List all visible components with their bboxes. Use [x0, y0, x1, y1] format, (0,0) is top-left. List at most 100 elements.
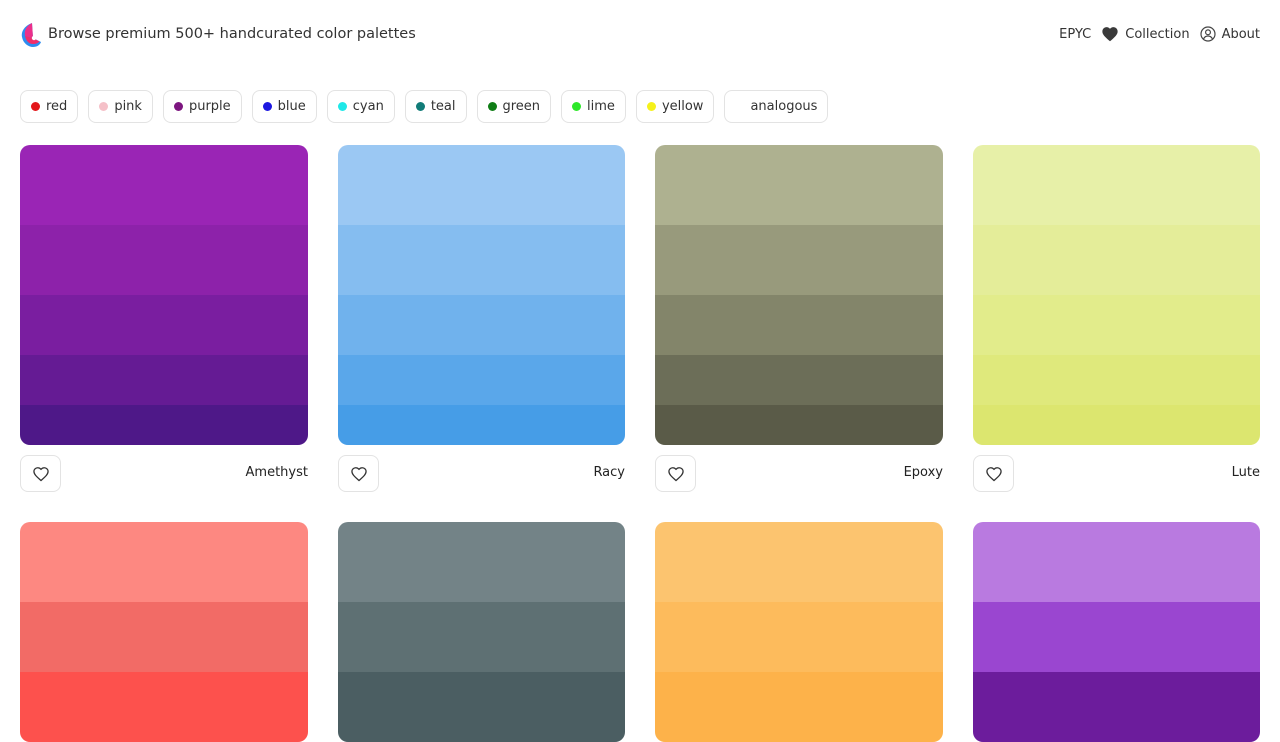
palette-card: Epoxy — [655, 145, 943, 502]
filter-chip-green[interactable]: green — [476, 90, 552, 123]
palette-card-footer: Racy — [338, 455, 625, 502]
filter-chip-label: pink — [114, 99, 142, 114]
filter-color-dot-icon — [337, 102, 347, 111]
palette-color-stripe[interactable] — [973, 522, 1260, 602]
filter-chip-label: red — [46, 99, 68, 114]
palette-card — [338, 522, 625, 742]
nav-about-link[interactable]: About — [1199, 26, 1260, 42]
palette-card — [20, 522, 308, 742]
palette-color-stripe[interactable] — [655, 602, 943, 672]
palette-color-stripe[interactable] — [20, 225, 308, 295]
palette-color-stripe[interactable] — [338, 405, 625, 445]
palette-name[interactable]: Amethyst — [246, 465, 308, 480]
nav-brand-label: EPYC — [1059, 26, 1092, 42]
palette-swatch[interactable] — [20, 145, 308, 445]
palette-color-stripe[interactable] — [655, 405, 943, 445]
nav-brand-link[interactable]: EPYC — [1059, 27, 1091, 42]
user-circle-icon — [1199, 26, 1216, 42]
filter-color-dot-icon — [646, 102, 656, 111]
like-button[interactable] — [20, 455, 61, 492]
filter-chip-red[interactable]: red — [20, 90, 79, 123]
header: Browse premium 500+ handcurated color pa… — [0, 0, 1280, 70]
palette-name[interactable]: Epoxy — [904, 465, 943, 480]
like-button[interactable] — [338, 455, 379, 492]
filter-chip-label: purple — [188, 99, 231, 114]
palette-color-stripe[interactable] — [655, 145, 943, 225]
palette-color-stripe[interactable] — [20, 602, 308, 672]
palette-color-stripe[interactable] — [338, 522, 625, 602]
heart-outline-icon — [985, 466, 1002, 481]
palette-color-stripe[interactable] — [20, 355, 308, 405]
palette-color-stripe[interactable] — [338, 355, 625, 405]
palette-color-stripe[interactable] — [338, 295, 625, 355]
palette-color-stripe[interactable] — [338, 672, 625, 742]
palette-name[interactable]: Lute — [1232, 465, 1260, 480]
top-nav: EPYC Collection About — [1059, 26, 1260, 42]
filter-chip-label: teal — [430, 99, 456, 114]
filter-chip-label: green — [502, 99, 541, 114]
like-button[interactable] — [973, 455, 1014, 492]
palette-name[interactable]: Racy — [593, 465, 625, 480]
palette-card — [973, 522, 1260, 742]
palette-color-stripe[interactable] — [338, 225, 625, 295]
palette-color-stripe[interactable] — [655, 355, 943, 405]
filter-color-dot-icon — [572, 102, 582, 111]
palette-color-stripe[interactable] — [973, 295, 1260, 355]
filter-chip-label: yellow — [661, 99, 704, 114]
heart-outline-icon — [667, 466, 684, 481]
palette-card: Amethyst — [20, 145, 308, 502]
like-button[interactable] — [655, 455, 696, 492]
filter-chip-label: cyan — [352, 99, 384, 114]
heart-outline-icon — [32, 466, 49, 481]
filter-color-dot-icon — [487, 102, 497, 111]
palette-color-stripe[interactable] — [20, 405, 308, 445]
filter-chip-blue[interactable]: blue — [251, 90, 317, 123]
palette-color-stripe[interactable] — [655, 295, 943, 355]
palette-swatch[interactable] — [655, 522, 943, 742]
palette-color-stripe[interactable] — [973, 145, 1260, 225]
palette-swatch[interactable] — [655, 145, 943, 445]
logo-icon[interactable] — [20, 22, 42, 48]
nav-about-label: About — [1221, 26, 1260, 42]
filter-color-dot-icon — [99, 102, 109, 111]
palette-card-footer: Epoxy — [655, 455, 943, 502]
filter-chip-label: analogous — [750, 99, 818, 114]
filter-color-dot-icon — [31, 102, 40, 111]
filter-chip-yellow[interactable]: yellow — [635, 90, 715, 123]
heart-outline-icon — [350, 466, 367, 481]
palette-color-stripe[interactable] — [655, 225, 943, 295]
filter-chip-purple[interactable]: purple — [162, 90, 242, 123]
nav-collection-link[interactable]: Collection — [1101, 26, 1190, 42]
palette-swatch[interactable] — [338, 522, 625, 742]
filter-color-dot-icon — [415, 102, 425, 111]
palette-color-stripe[interactable] — [338, 602, 625, 672]
palette-color-stripe[interactable] — [973, 355, 1260, 405]
filter-chip-cyan[interactable]: cyan — [326, 90, 395, 123]
palette-swatch[interactable] — [20, 522, 308, 742]
palette-color-stripe[interactable] — [973, 602, 1260, 672]
color-filter-bar: red pink purple blue cyan teal green lime yellow… — [20, 90, 829, 123]
filter-chip-analogous[interactable]: analogous — [724, 90, 829, 123]
palette-swatch[interactable] — [973, 522, 1260, 742]
filter-color-dot-icon — [173, 102, 183, 111]
palette-color-stripe[interactable] — [20, 295, 308, 355]
palette-color-stripe[interactable] — [655, 522, 943, 602]
palette-card — [655, 522, 943, 742]
palette-swatch[interactable] — [338, 145, 625, 445]
palette-swatch[interactable] — [973, 145, 1260, 445]
heart-filled-icon — [1102, 27, 1118, 42]
palette-color-stripe[interactable] — [973, 405, 1260, 445]
palette-color-stripe[interactable] — [655, 672, 943, 742]
filter-chip-teal[interactable]: teal — [404, 90, 467, 123]
palette-color-stripe[interactable] — [20, 672, 308, 742]
palette-color-stripe[interactable] — [973, 672, 1260, 742]
filter-chip-pink[interactable]: pink — [88, 90, 153, 123]
nav-collection-label: Collection — [1125, 26, 1190, 42]
filter-chip-lime[interactable]: lime — [561, 90, 626, 123]
palette-card-footer: Amethyst — [20, 455, 308, 502]
palette-color-stripe[interactable] — [973, 225, 1260, 295]
palette-color-stripe[interactable] — [20, 145, 308, 225]
palette-color-stripe[interactable] — [338, 145, 625, 225]
palette-card: Racy — [338, 145, 625, 502]
palette-color-stripe[interactable] — [20, 522, 308, 602]
